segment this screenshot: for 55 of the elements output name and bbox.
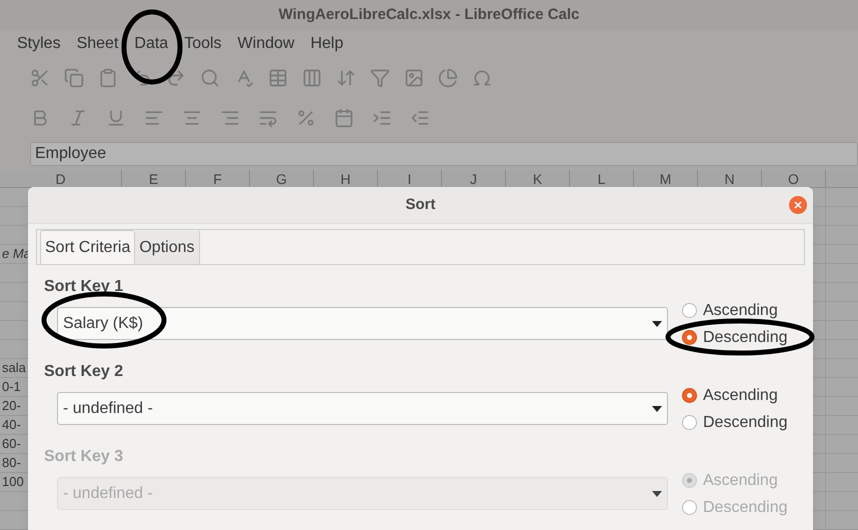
sort-key-dropdown[interactable]: - undefined - xyxy=(57,392,668,425)
image-icon[interactable] xyxy=(404,68,424,88)
cell-text: 0-1 xyxy=(2,379,21,394)
omega-icon[interactable] xyxy=(472,68,492,88)
pie-chart-icon[interactable] xyxy=(438,68,458,88)
calendar-icon[interactable] xyxy=(334,108,354,128)
sort-key-label: Sort Key 2 xyxy=(44,362,124,382)
columns-icon[interactable] xyxy=(302,68,322,88)
radio-label: Ascending xyxy=(703,300,778,320)
cell-text: 100 xyxy=(2,474,24,489)
cell-text: 40- xyxy=(2,417,21,432)
radio-button[interactable] xyxy=(682,330,697,345)
radio-label: Descending xyxy=(703,328,788,348)
formula-input[interactable]: Employee xyxy=(30,142,858,166)
cell-text: sala xyxy=(2,360,26,375)
copy-icon[interactable] xyxy=(64,68,84,88)
dropdown-value: - undefined - xyxy=(63,484,153,504)
menu-item[interactable]: Styles xyxy=(17,32,61,56)
dropdown-caret-icon xyxy=(652,490,662,496)
dialog-title: Sort xyxy=(406,194,436,215)
menu-item[interactable]: Data xyxy=(134,32,168,56)
radio-button[interactable] xyxy=(682,303,697,318)
table-icon[interactable] xyxy=(268,68,288,88)
underline-icon[interactable] xyxy=(106,108,126,128)
percent-icon[interactable] xyxy=(296,108,316,128)
menu-item[interactable]: Window xyxy=(238,32,294,56)
dropdown-value: - undefined - xyxy=(63,398,153,418)
menu-item[interactable]: Help xyxy=(310,32,344,56)
clipboard-icon[interactable] xyxy=(98,68,118,88)
scissors-icon[interactable] xyxy=(30,68,50,88)
radio-label: Descending xyxy=(703,412,788,432)
redo-icon[interactable] xyxy=(166,68,186,88)
sort-icon[interactable] xyxy=(336,68,356,88)
tab[interactable]: Options xyxy=(135,231,200,264)
close-button[interactable] xyxy=(789,196,807,214)
menu-item[interactable]: Tools xyxy=(184,32,222,56)
cell-text: 60- xyxy=(2,436,21,451)
filter-icon[interactable] xyxy=(370,68,390,88)
dropdown-caret-icon xyxy=(652,320,662,326)
cell-text: 80- xyxy=(2,455,21,470)
sort-key-dropdown[interactable]: Salary (K$) xyxy=(57,307,668,340)
menu-item[interactable]: Sheet xyxy=(76,32,118,56)
radio-label: Descending xyxy=(703,498,788,518)
radio-label: Ascending xyxy=(703,386,778,406)
radio-button[interactable] xyxy=(682,415,697,430)
dropdown-value: Salary (K$) xyxy=(63,314,144,334)
close-icon xyxy=(794,201,802,209)
cell-text: 20- xyxy=(2,398,21,413)
tab[interactable]: Sort Criteria xyxy=(40,230,136,264)
search-icon[interactable] xyxy=(200,68,220,88)
radio-button[interactable] xyxy=(682,388,697,403)
radio-label: Ascending xyxy=(703,470,778,490)
dropdown-caret-icon xyxy=(652,406,662,412)
sort-key-label: Sort Key 3 xyxy=(44,447,124,467)
window-title: WingAeroLibreCalc.xlsx - LibreOffice Calc xyxy=(278,4,580,25)
